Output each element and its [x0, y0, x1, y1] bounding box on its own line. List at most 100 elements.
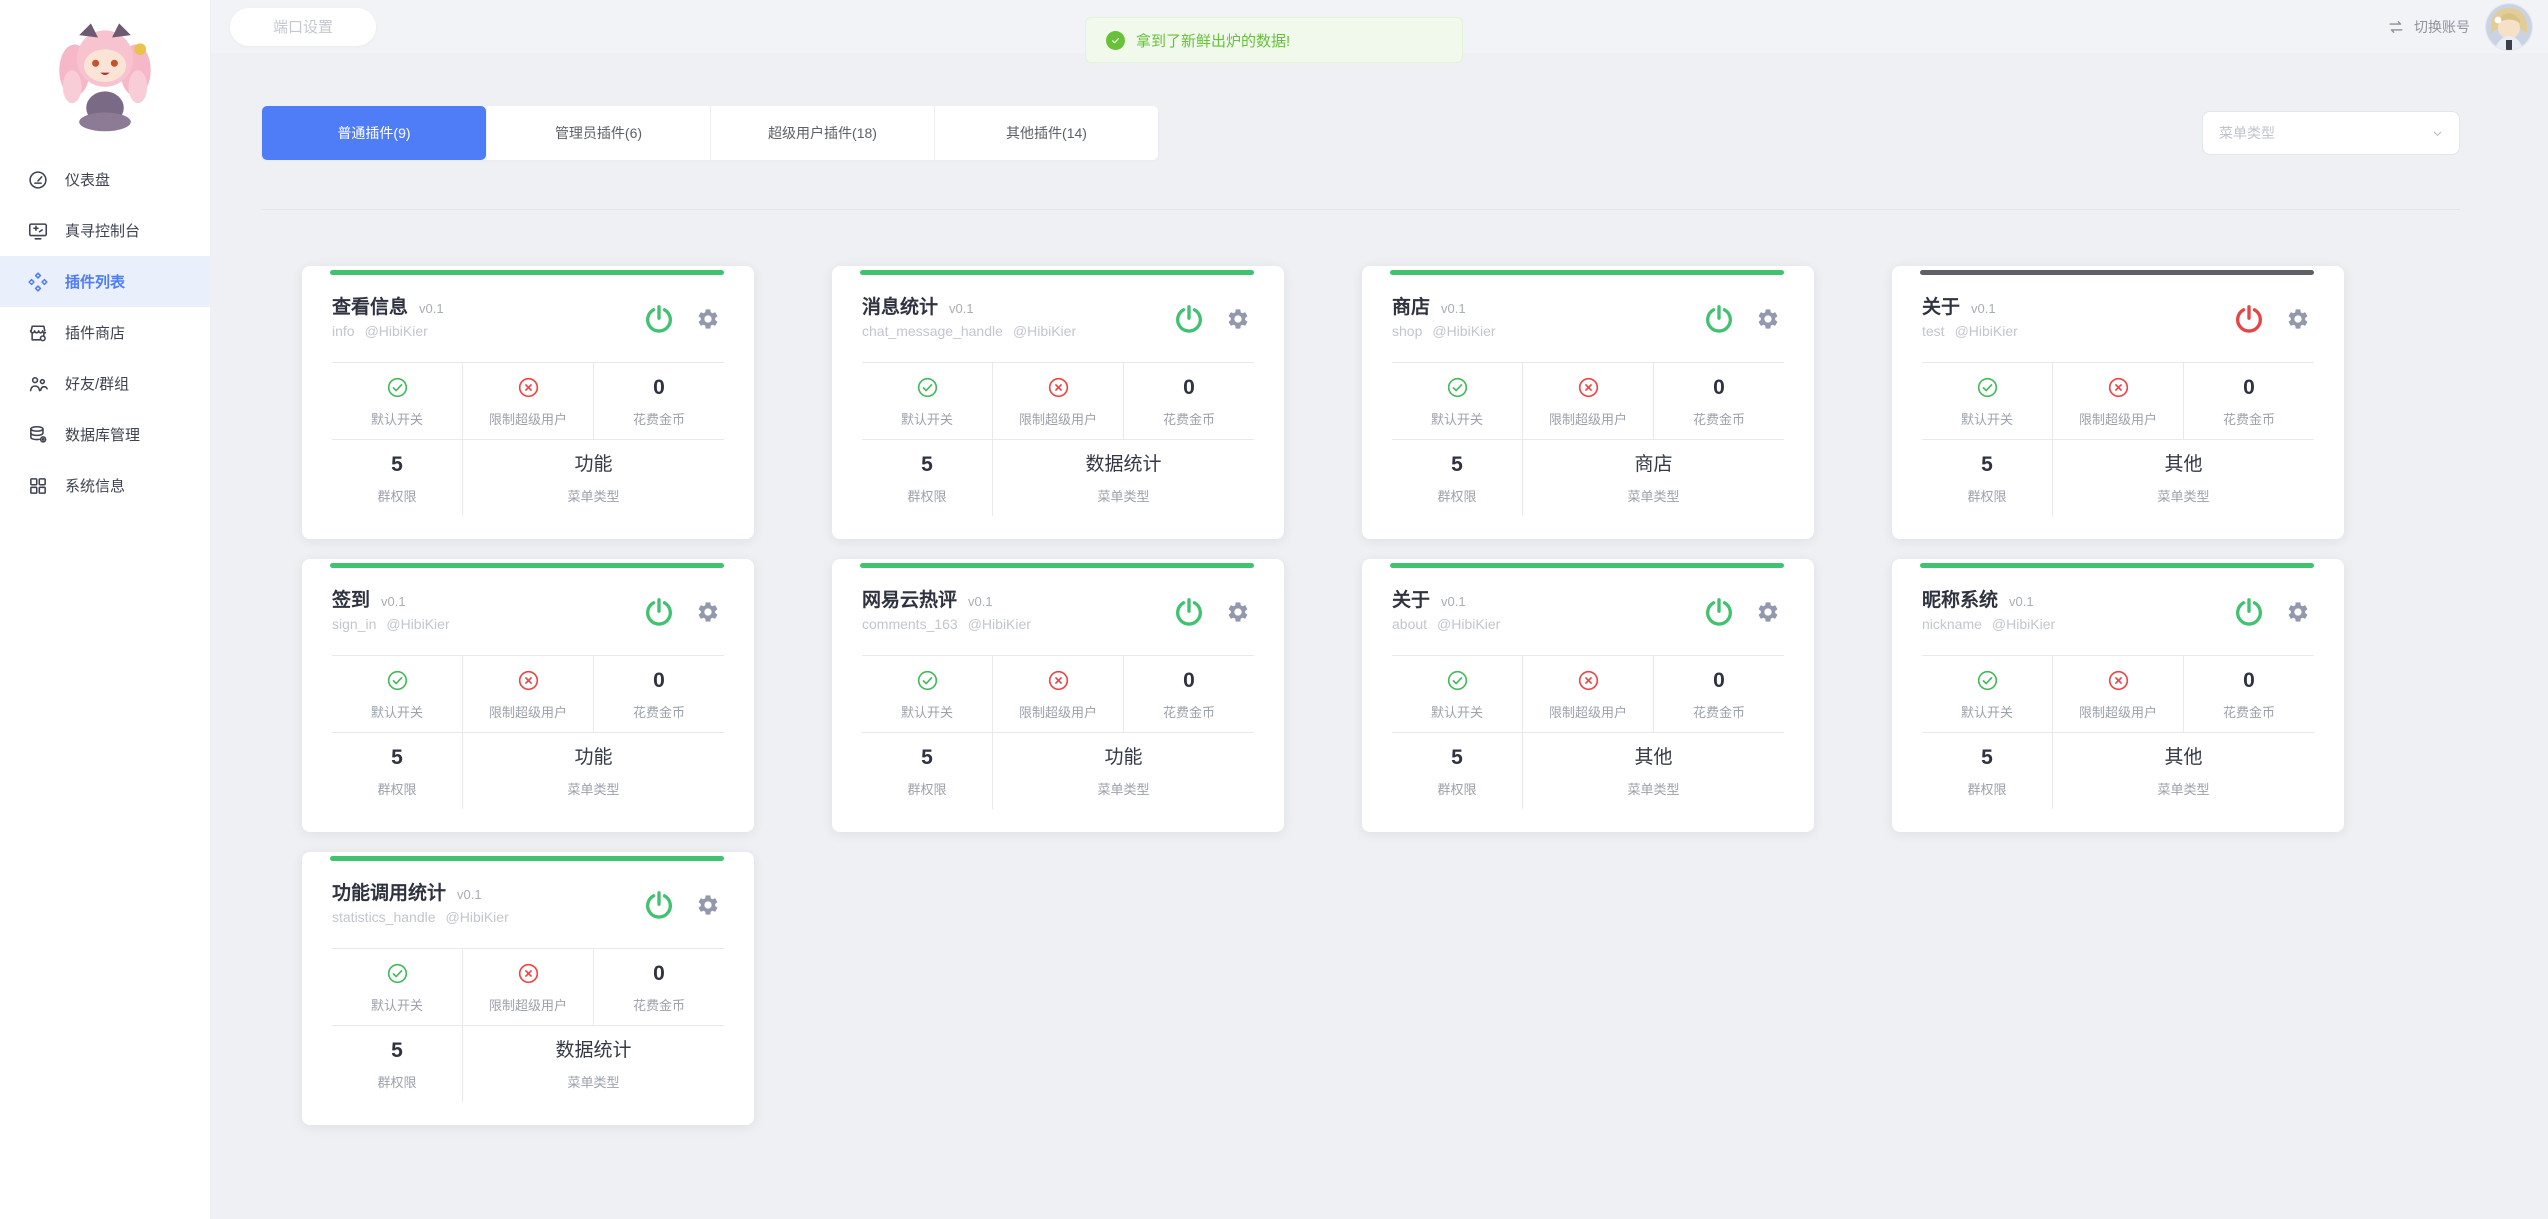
power-toggle-icon[interactable] — [643, 889, 675, 921]
plugin-version: v0.1 — [1971, 301, 1996, 316]
sidebar-item-label: 数据库管理 — [65, 424, 140, 445]
gear-icon[interactable] — [1226, 600, 1250, 624]
cost-gold-label: 花费金币 — [633, 409, 685, 428]
cost-gold-value: 0 — [1713, 375, 1725, 401]
logo — [0, 0, 210, 136]
tab-admin[interactable]: 管理员插件(6) — [486, 106, 710, 160]
group-level-value: 5 — [1981, 452, 1993, 478]
card-stats-row1: 默认开关 限制超级用户 0 花费金币 — [1392, 363, 1784, 440]
x-circle-icon — [1047, 375, 1070, 401]
cost-gold-label: 花费金币 — [1163, 702, 1215, 721]
card-stats-row1: 默认开关 限制超级用户 0 花费金币 — [1922, 363, 2314, 440]
plugin-author: @HibiKier — [1432, 323, 1495, 339]
power-toggle-icon[interactable] — [643, 303, 675, 335]
limit-superuser-label: 限制超级用户 — [489, 409, 567, 428]
default-switch-label: 默认开关 — [1961, 409, 2013, 428]
plugin-author: @HibiKier — [446, 909, 509, 925]
cost-gold-value: 0 — [1183, 375, 1195, 401]
group-level-value: 5 — [921, 745, 933, 771]
card-stats-row1: 默认开关 限制超级用户 0 花费金币 — [332, 656, 724, 733]
toast-message: 拿到了新鲜出炉的数据! — [1136, 30, 1290, 51]
menu-type-value: 其他 — [2164, 745, 2202, 771]
check-circle-icon — [1976, 375, 1999, 401]
default-switch-label: 默认开关 — [371, 995, 423, 1014]
sidebar-item-dashboard[interactable]: 仪表盘 — [0, 154, 210, 205]
cost-gold-label: 花费金币 — [1163, 409, 1215, 428]
gear-icon[interactable] — [1756, 600, 1780, 624]
gear-icon[interactable] — [696, 893, 720, 917]
power-toggle-icon[interactable] — [2233, 596, 2265, 628]
card-stats-row1: 默认开关 限制超级用户 0 花费金币 — [1922, 656, 2314, 733]
plugin-title: 查看信息 — [332, 292, 408, 319]
menu-type-placeholder: 菜单类型 — [2219, 123, 2275, 143]
power-toggle-icon[interactable] — [2233, 303, 2265, 335]
menu-type-label: 菜单类型 — [1627, 779, 1679, 798]
gear-icon[interactable] — [1756, 307, 1780, 331]
card-header: 商店 v0.1 shop @HibiKier — [1392, 266, 1784, 363]
check-circle-icon — [386, 961, 409, 987]
plugin-version: v0.1 — [381, 594, 406, 609]
section-divider — [262, 209, 2460, 210]
limit-superuser-label: 限制超级用户 — [1549, 409, 1627, 428]
plugin-title: 关于 — [1922, 292, 1960, 319]
plugin-id: nickname — [1922, 616, 1982, 632]
cost-gold-value: 0 — [653, 668, 665, 694]
sidebar-item-plugins[interactable]: 插件列表 — [0, 256, 210, 307]
content: 普通插件(9) 管理员插件(6) 超级用户插件(18) 其他插件(14) 菜单类… — [211, 106, 2548, 1125]
success-check-icon — [1106, 31, 1125, 50]
card-stats-row2: 5 群权限 其他 菜单类型 — [1392, 733, 1784, 809]
tab-label: 超级用户插件(18) — [768, 123, 877, 143]
sidebar-item-console[interactable]: 真寻控制台 — [0, 205, 210, 256]
menu-type-label: 菜单类型 — [2157, 779, 2209, 798]
group-level-label: 群权限 — [377, 486, 416, 505]
tab-normal[interactable]: 普通插件(9) — [262, 106, 486, 160]
menu-type-select[interactable]: 菜单类型 — [2202, 111, 2460, 155]
group-level-value: 5 — [1451, 745, 1463, 771]
gear-icon[interactable] — [2286, 307, 2310, 331]
gear-icon[interactable] — [2286, 600, 2310, 624]
tab-superuser[interactable]: 超级用户插件(18) — [710, 106, 934, 160]
check-circle-icon — [386, 668, 409, 694]
limit-superuser-label: 限制超级用户 — [2079, 409, 2157, 428]
gear-icon[interactable] — [696, 600, 720, 624]
sidebar-item-system[interactable]: 系统信息 — [0, 460, 210, 511]
sidebar-item-label: 好友/群组 — [65, 373, 129, 394]
plugin-version: v0.1 — [2009, 594, 2034, 609]
cost-gold-value: 0 — [653, 375, 665, 401]
plugin-tabs: 普通插件(9) 管理员插件(6) 超级用户插件(18) 其他插件(14) — [262, 106, 1158, 160]
power-toggle-icon[interactable] — [643, 596, 675, 628]
menu-type-value: 功能 — [1104, 745, 1142, 771]
menu-type-label: 菜单类型 — [567, 486, 619, 505]
plugin-id: chat_message_handle — [862, 323, 1003, 339]
user-avatar[interactable] — [2486, 4, 2532, 50]
group-level-value: 5 — [921, 452, 933, 478]
check-circle-icon — [1446, 375, 1469, 401]
port-settings-button[interactable]: 端口设置 — [230, 8, 376, 46]
plugin-id: shop — [1392, 323, 1422, 339]
plugin-version: v0.1 — [1441, 301, 1466, 316]
console-icon — [27, 220, 49, 242]
sidebar-item-label: 系统信息 — [65, 475, 125, 496]
power-toggle-icon[interactable] — [1703, 303, 1735, 335]
power-toggle-icon[interactable] — [1173, 596, 1205, 628]
sidebar-item-friends[interactable]: 好友/群组 — [0, 358, 210, 409]
plugin-id: comments_163 — [862, 616, 958, 632]
card-header: 昵称系统 v0.1 nickname @HibiKier — [1922, 559, 2314, 656]
switch-account-label[interactable]: 切换账号 — [2414, 17, 2470, 37]
tab-other[interactable]: 其他插件(14) — [934, 106, 1158, 160]
card-header: 关于 v0.1 test @HibiKier — [1922, 266, 2314, 363]
gear-icon[interactable] — [1226, 307, 1250, 331]
plugin-version: v0.1 — [1441, 594, 1466, 609]
card-stats-row2: 5 群权限 其他 菜单类型 — [1922, 733, 2314, 809]
sidebar-item-store[interactable]: 插件商店 — [0, 307, 210, 358]
cost-gold-label: 花费金币 — [633, 702, 685, 721]
plugin-author: @HibiKier — [1437, 616, 1500, 632]
sidebar-item-database[interactable]: 数据库管理 — [0, 409, 210, 460]
gear-icon[interactable] — [696, 307, 720, 331]
power-toggle-icon[interactable] — [1173, 303, 1205, 335]
default-switch-label: 默认开关 — [1431, 702, 1483, 721]
power-toggle-icon[interactable] — [1703, 596, 1735, 628]
plugin-card-grid: 查看信息 v0.1 info @HibiKier 默认开关 限制超级用户 — [302, 266, 2548, 1125]
cost-gold-value: 0 — [2243, 668, 2255, 694]
x-circle-icon — [2107, 375, 2130, 401]
